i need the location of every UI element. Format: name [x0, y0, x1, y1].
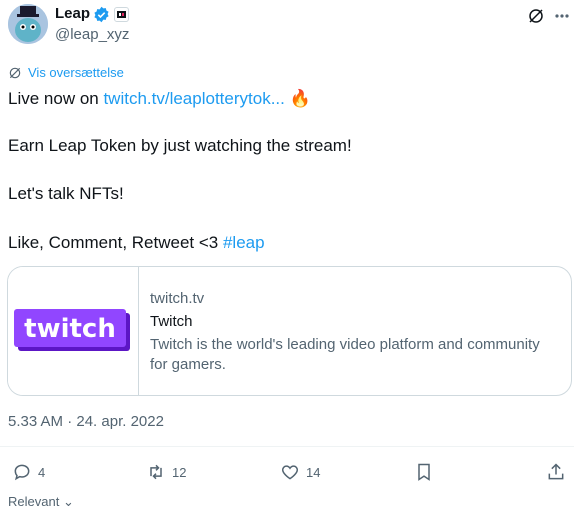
- fire-emoji: 🔥: [289, 89, 311, 108]
- tweet-text: Live now on: [8, 89, 104, 108]
- link-preview-card[interactable]: twitch twitch.tv Twitch Twitch is the wo…: [7, 266, 572, 396]
- reply-count: 4: [38, 464, 46, 480]
- sort-replies-dropdown[interactable]: Relevant ⌄: [8, 494, 74, 510]
- tweet-line-1: Live now on twitch.tv/leaplotterytok... …: [8, 89, 311, 109]
- reply-button[interactable]: 4: [12, 462, 45, 482]
- like-count: 14: [306, 464, 321, 480]
- author-handle[interactable]: @leap_xyz: [55, 26, 129, 43]
- like-button[interactable]: 14: [280, 462, 320, 482]
- more-options-icon[interactable]: [554, 8, 570, 24]
- chevron-down-icon: ⌄: [62, 494, 74, 509]
- tweet-line-4: Like, Comment, Retweet <3 #leap: [8, 233, 265, 253]
- retweet-icon: [150, 464, 162, 480]
- translate-link[interactable]: Vis oversættelse: [8, 65, 124, 80]
- tweet-text: Like, Comment, Retweet <3: [8, 233, 223, 252]
- affiliate-badge-icon: [114, 7, 129, 22]
- twitch-logo: twitch: [8, 267, 139, 395]
- share-button[interactable]: [546, 462, 566, 482]
- retweet-count: 12: [172, 464, 187, 480]
- tweet-link[interactable]: twitch.tv/leaplotterytok...: [103, 89, 284, 108]
- card-description: Twitch is the world's leading video plat…: [150, 336, 540, 373]
- heart-icon: [281, 465, 299, 480]
- card-domain: twitch.tv: [150, 290, 205, 307]
- retweet-button[interactable]: 12: [146, 462, 186, 482]
- divider: [0, 446, 574, 447]
- sort-label: Relevant: [8, 494, 60, 509]
- grok-icon[interactable]: [527, 7, 545, 25]
- author-name[interactable]: Leap: [55, 5, 90, 22]
- share-icon: [548, 463, 564, 480]
- bookmark-icon: [418, 463, 430, 481]
- verified-badge-icon: [93, 6, 110, 23]
- reply-icon: [14, 464, 30, 481]
- tweet-timestamp[interactable]: 5.33 AM · 24. apr. 2022: [8, 413, 164, 430]
- tweet-line-3: Let's talk NFTs!: [8, 184, 124, 203]
- translate-icon: [9, 67, 21, 78]
- hashtag-link[interactable]: #leap: [223, 233, 265, 252]
- bookmark-button[interactable]: [414, 462, 434, 482]
- tweet-line-2: Earn Leap Token by just watching the str…: [8, 136, 352, 155]
- card-title: Twitch: [150, 313, 193, 330]
- translate-label: Vis oversættelse: [28, 65, 124, 80]
- avatar[interactable]: [8, 4, 48, 44]
- twitch-logo-text: twitch: [24, 314, 116, 344]
